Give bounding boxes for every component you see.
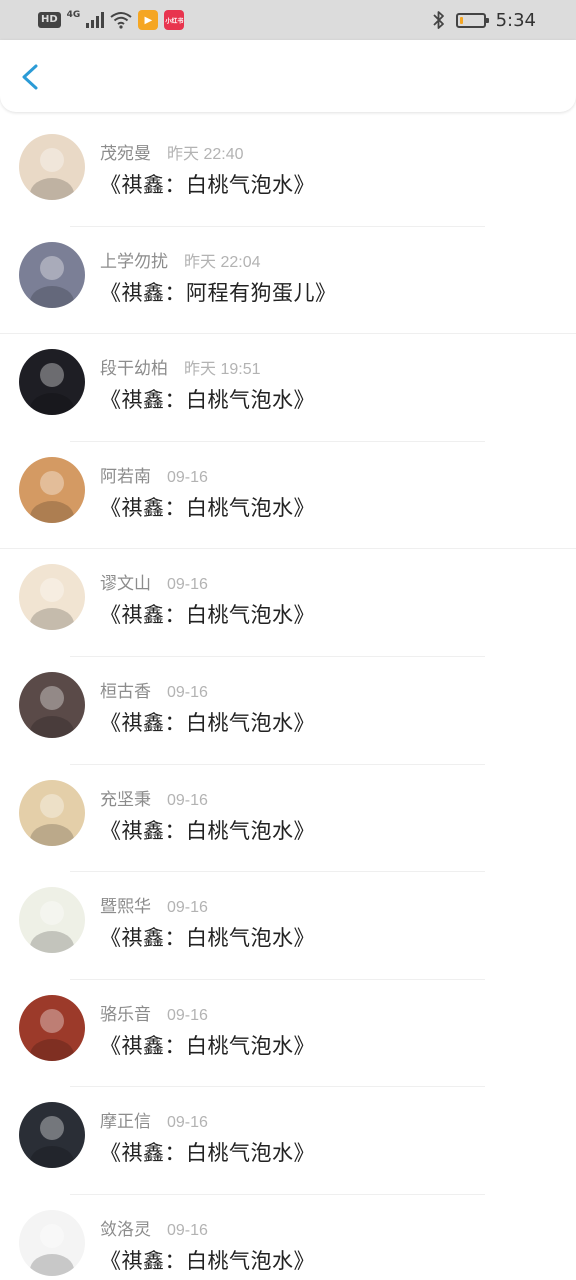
username[interactable]: 摩正信	[100, 1107, 151, 1132]
comment-text: 《祺鑫：白桃气泡水》	[100, 603, 315, 628]
comment-item[interactable]: 阿若南 09-16 《祺鑫：白桃气泡水》	[0, 442, 576, 550]
status-bar-left: HD 4G ▶ 小红书	[38, 9, 185, 31]
user-avatar[interactable]	[19, 349, 85, 416]
comment-item[interactable]: 茂宛曼 昨天 22:40 《祺鑫：白桃气泡水》	[0, 119, 576, 227]
username[interactable]: 段干幼柏	[100, 354, 168, 379]
comment-meta: 摩正信 09-16	[100, 1107, 208, 1132]
comment-item[interactable]: 敛洛灵 09-16 《祺鑫：白桃气泡水》	[0, 1195, 576, 1280]
comment-meta: 茂宛曼 昨天 22:40	[100, 139, 244, 164]
bluetooth-icon	[432, 11, 444, 29]
user-avatar[interactable]	[19, 241, 85, 308]
user-avatar[interactable]	[19, 134, 85, 200]
user-avatar[interactable]	[19, 1209, 85, 1276]
comment-meta: 桓古香 09-16	[100, 677, 208, 702]
user-avatar[interactable]	[19, 779, 85, 846]
comment-item[interactable]: 充坚秉 09-16 《祺鑫：白桃气泡水》	[0, 765, 576, 873]
battery-level-fill	[459, 16, 463, 24]
comment-text: 《祺鑫：白桃气泡水》	[100, 495, 315, 520]
xiaohongshu-notification-icon: 小红书	[164, 10, 185, 30]
comment-timestamp: 09-16	[167, 791, 208, 809]
comment-timestamp: 09-16	[167, 1221, 208, 1239]
username[interactable]: 敛洛灵	[100, 1215, 151, 1240]
avatar-head	[40, 901, 64, 926]
status-bar-right: 5:34	[432, 8, 536, 32]
comment-timestamp: 昨天 19:51	[184, 361, 261, 379]
user-avatar[interactable]	[19, 671, 85, 738]
comment-meta: 敛洛灵 09-16	[100, 1215, 208, 1240]
comment-text: 《祺鑫：白桃气泡水》	[100, 388, 315, 413]
comment-item[interactable]: 谬文山 09-16 《祺鑫：白桃气泡水》	[0, 549, 576, 657]
comment-meta: 上学勿扰 昨天 22:04	[100, 247, 261, 272]
hd-badge: HD	[38, 12, 61, 28]
username[interactable]: 阿若南	[100, 462, 151, 487]
avatar-head	[40, 1008, 64, 1033]
comment-item[interactable]: 摩正信 09-16 《祺鑫：白桃气泡水》	[0, 1087, 576, 1195]
comment-timestamp: 09-16	[167, 899, 208, 917]
comment-text: 《祺鑫：白桃气泡水》	[100, 1248, 315, 1273]
battery-icon	[455, 12, 489, 28]
avatar-head	[40, 1116, 64, 1141]
back-button[interactable]	[16, 62, 46, 92]
comment-item[interactable]: 桓古香 09-16 《祺鑫：白桃气泡水》	[0, 657, 576, 765]
comment-timestamp: 09-16	[167, 468, 208, 486]
comment-meta: 充坚秉 09-16	[100, 785, 208, 810]
user-avatar[interactable]	[19, 456, 85, 523]
comment-text: 《祺鑫：白桃气泡水》	[100, 1033, 315, 1058]
user-avatar[interactable]	[19, 994, 85, 1061]
user-avatar[interactable]	[19, 564, 85, 631]
avatar-head	[40, 363, 64, 388]
comment-list: 茂宛曼 昨天 22:40 《祺鑫：白桃气泡水》 上学勿扰 昨天 22:04 《祺鑫：阿程有…	[0, 119, 576, 1280]
comment-meta: 骆乐音 09-16	[100, 1000, 208, 1025]
comment-item[interactable]: 骆乐音 09-16 《祺鑫：白桃气泡水》	[0, 980, 576, 1088]
avatar-head	[40, 685, 64, 710]
comment-text: 《祺鑫：白桃气泡水》	[100, 173, 315, 197]
network-type-label: 4G	[66, 10, 81, 20]
username[interactable]: 充坚秉	[100, 785, 151, 810]
comment-text: 《祺鑫：阿程有狗蛋儿》	[100, 280, 337, 305]
comment-meta: 阿若南 09-16	[100, 462, 208, 487]
comment-meta: 暨熙华 09-16	[100, 892, 208, 917]
comment-meta: 谬文山 09-16	[100, 569, 208, 594]
comment-timestamp: 昨天 22:40	[167, 146, 244, 163]
status-bar: HD 4G ▶ 小红书 5:34	[0, 0, 576, 40]
comment-timestamp: 昨天 22:04	[184, 253, 261, 271]
username[interactable]: 上学勿扰	[100, 247, 168, 272]
comment-item[interactable]: 暨熙华 09-16 《祺鑫：白桃气泡水》	[0, 872, 576, 980]
username[interactable]: 谬文山	[100, 569, 151, 594]
comment-text: 《祺鑫：白桃气泡水》	[100, 818, 315, 843]
comment-timestamp: 09-16	[167, 1114, 208, 1132]
avatar-head	[40, 148, 64, 172]
avatar-head	[40, 578, 64, 603]
top-nav-bar	[0, 40, 576, 112]
avatar-head	[40, 470, 64, 495]
wifi-icon	[110, 12, 132, 29]
avatar-head	[40, 793, 64, 818]
username[interactable]: 暨熙华	[100, 892, 151, 917]
status-time: 5:34	[495, 9, 536, 31]
avatar-head	[40, 255, 64, 280]
comment-text: 《祺鑫：白桃气泡水》	[100, 710, 315, 735]
comment-item[interactable]: 段干幼柏 昨天 19:51 《祺鑫：白桃气泡水》	[0, 334, 576, 442]
comment-text: 《祺鑫：白桃气泡水》	[100, 1141, 315, 1166]
signal-icon	[86, 12, 105, 28]
comment-timestamp: 09-16	[167, 683, 208, 701]
username[interactable]: 茂宛曼	[100, 139, 151, 164]
video-app-notification-icon: ▶	[138, 10, 159, 30]
user-avatar[interactable]	[19, 887, 85, 954]
username[interactable]: 骆乐音	[100, 1000, 151, 1025]
comment-item[interactable]: 上学勿扰 昨天 22:04 《祺鑫：阿程有狗蛋儿》	[0, 227, 576, 335]
comment-timestamp: 09-16	[167, 1006, 208, 1024]
comment-meta: 段干幼柏 昨天 19:51	[100, 354, 261, 379]
avatar-head	[40, 1223, 64, 1248]
user-avatar[interactable]	[19, 1102, 85, 1169]
comment-timestamp: 09-16	[167, 576, 208, 594]
username[interactable]: 桓古香	[100, 677, 151, 702]
comment-text: 《祺鑫：白桃气泡水》	[100, 926, 315, 951]
